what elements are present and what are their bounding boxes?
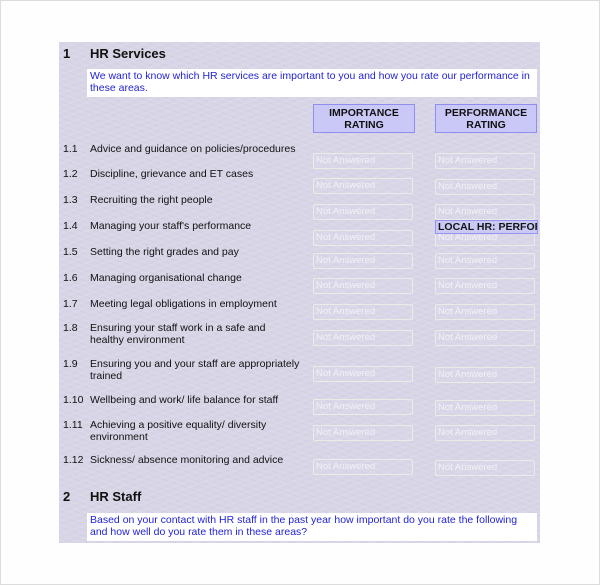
item-label: Sickness/ absence monitoring and advice [90,454,284,466]
section-title: HR Staff [90,489,142,504]
importance-rating-dropdown[interactable]: Not Answered [313,204,413,220]
item-number: 1.3 [63,194,78,206]
performance-rating-dropdown[interactable]: Not Answered [435,179,535,195]
item-label: Managing organisational change [90,272,242,284]
field-label-overlay: LOCAL HR: PERFOR [435,220,538,234]
performance-rating-dropdown[interactable]: Not Answered [435,304,535,320]
performance-rating-dropdown[interactable]: Not Answered [435,460,535,476]
section-intro: We want to know which HR services are im… [87,69,537,97]
item-number: 1.11 [63,419,83,431]
performance-rating-dropdown[interactable]: Not Answered [435,400,535,416]
item-number: 1.5 [63,246,78,258]
item-label: Ensuring your staff work in a safe and h… [90,322,266,346]
importance-rating-dropdown[interactable]: Not Answered [313,330,413,346]
section-number: 1 [63,46,71,61]
section-number: 2 [63,489,71,504]
item-label: Wellbeing and work/ life balance for sta… [90,394,279,406]
item-number: 1.8 [63,322,78,334]
performance-rating-dropdown[interactable]: Not Answered [435,278,535,294]
item-label: Recruiting the right people [90,194,213,206]
importance-rating-dropdown[interactable]: Not Answered [313,366,413,382]
item-label: Ensuring you and your staff are appropri… [90,358,300,382]
importance-rating-header: IMPORTANCE RATING [313,104,415,133]
item-number: 1.12 [63,454,84,466]
performance-rating-dropdown[interactable]: Not Answered [435,330,535,346]
item-number: 1.4 [63,220,78,232]
importance-rating-dropdown[interactable]: Not Answered [313,278,413,294]
performance-rating-dropdown[interactable]: Not Answered [435,204,535,220]
performance-rating-header: PERFORMANCE RATING [435,104,537,133]
item-number: 1.1 [63,143,78,155]
item-label: Setting the right grades and pay [90,246,239,258]
item-number: 1.2 [63,168,78,180]
item-label: Achieving a positive equality/ diversity… [90,419,267,443]
item-label: Discipline, grievance and ET cases [90,168,254,180]
item-number: 1.6 [63,272,78,284]
importance-rating-dropdown[interactable]: Not Answered [313,153,413,169]
importance-rating-dropdown[interactable]: Not Answered [313,304,413,320]
performance-rating-dropdown[interactable]: Not Answered [435,425,535,441]
importance-rating-dropdown[interactable]: Not Answered [313,459,413,475]
item-number: 1.7 [63,298,78,310]
item-label: Managing your staff's performance [90,220,252,232]
importance-rating-dropdown[interactable]: Not Answered [313,399,413,415]
importance-rating-dropdown[interactable]: Not Answered [313,230,413,246]
item-label: Meeting legal obligations in employment [90,298,277,310]
performance-rating-dropdown[interactable]: Not Answered [435,367,535,383]
item-number: 1.9 [63,358,78,370]
importance-rating-dropdown[interactable]: Not Answered [313,425,413,441]
item-label: Advice and guidance on policies/procedur… [90,143,296,155]
performance-rating-dropdown[interactable]: Not Answered [435,253,535,269]
performance-rating-dropdown[interactable]: Not Answered [435,153,535,169]
importance-rating-dropdown[interactable]: Not Answered [313,253,413,269]
importance-rating-dropdown[interactable]: Not Answered [313,178,413,194]
section-title: HR Services [90,46,166,61]
section-intro: Based on your contact with HR staff in t… [87,513,537,541]
item-number: 1.10 [63,394,84,406]
